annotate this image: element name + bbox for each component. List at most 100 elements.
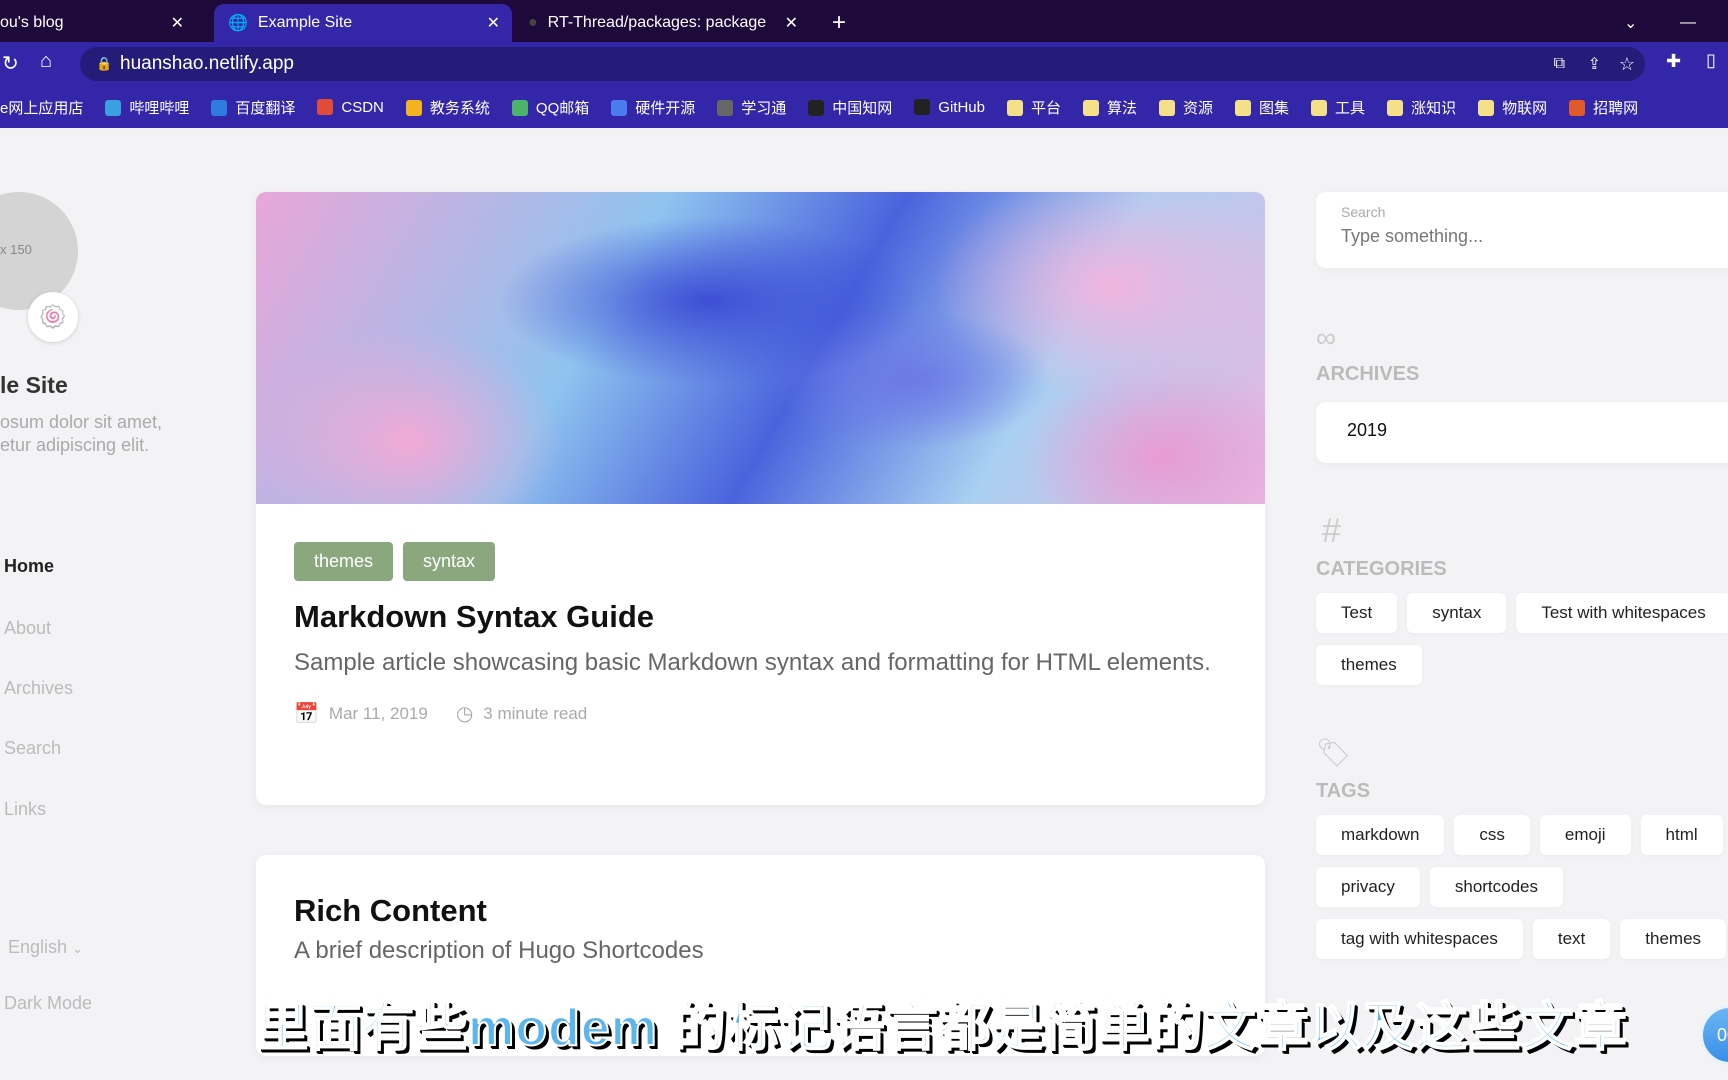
categories-heading: CATEGORIES (1316, 558, 1447, 580)
new-tab-button[interactable]: + (818, 4, 860, 42)
category-chip[interactable]: syntax (1407, 593, 1507, 633)
tag-pill[interactable]: tag with whitespaces (1316, 919, 1523, 959)
tag-pill[interactable]: css (1454, 815, 1530, 855)
bookmark-item[interactable]: 学习通 (717, 97, 786, 118)
category-chip[interactable]: Test (1316, 593, 1398, 633)
reload-icon[interactable]: ↻ (2, 51, 19, 76)
tag-pill[interactable]: themes (1620, 919, 1727, 959)
tag-pill[interactable]: privacy (1316, 867, 1420, 907)
extensions-icon[interactable]: ✚ (1666, 51, 1681, 72)
bookmark-icon (1478, 99, 1495, 116)
site-title: le Site (0, 372, 68, 398)
tab-rt-thread[interactable]: ● RT-Thread/packages: package ✕ (514, 4, 810, 42)
site-description: osum dolor sit amet, (0, 412, 163, 432)
post-description: A brief description of Hugo Shortcodes (294, 937, 704, 964)
tag-pill[interactable]: markdown (1316, 815, 1445, 855)
url-input[interactable]: 🔒 huanshao.netlify.app ⧉ ⇪ ☆ (80, 47, 1645, 81)
bookmark-item[interactable]: 图集 (1235, 97, 1289, 118)
bookmark-icon (1235, 99, 1252, 116)
bookmark-item[interactable]: 涨知识 (1387, 97, 1456, 118)
post-title[interactable]: Rich Content (294, 893, 1227, 929)
close-tab-icon[interactable]: ✕ (487, 13, 500, 33)
post-title[interactable]: Markdown Syntax Guide (294, 599, 1227, 635)
nav-about[interactable]: About (4, 618, 51, 639)
bookmark-icon (405, 99, 422, 116)
bookmark-item[interactable]: 哔哩哔哩 (105, 97, 189, 118)
bookmark-item[interactable]: GitHub (914, 98, 985, 116)
post-date: Mar 11, 2019 (328, 703, 428, 723)
translate-icon[interactable]: ⧉ (1554, 55, 1565, 73)
tags-list: markdown css emoji html privacy shortcodes tag… (1316, 815, 1728, 971)
bookmark-icon (1159, 99, 1176, 116)
bookmark-item[interactable]: 资源 (1159, 97, 1213, 118)
tab-blog[interactable]: ou's blog ✕ (0, 4, 196, 42)
bookmark-item[interactable]: 工具 (1311, 97, 1365, 118)
bookmark-item[interactable]: CSDN (317, 98, 384, 116)
post-card[interactable]: themes syntax Markdown Syntax Guide Sampl… (256, 192, 1265, 805)
bookmark-item[interactable]: e网上应用店 (0, 97, 83, 118)
infinity-icon: ∞ (1316, 322, 1336, 353)
minimize-button[interactable]: — (1666, 4, 1710, 42)
bookmark-item[interactable]: 教务系统 (405, 97, 490, 118)
bookmark-icon (717, 99, 734, 116)
bookmark-icon (211, 99, 228, 116)
nav-archives[interactable]: Archives (4, 678, 73, 699)
bookmark-item[interactable]: 算法 (1083, 97, 1137, 118)
tag-chip[interactable]: syntax (403, 542, 496, 581)
search-input[interactable]: Type something... (1341, 226, 1711, 247)
share-icon[interactable]: ⇪ (1588, 54, 1601, 74)
search-label: Search (1341, 204, 1386, 220)
bookmark-icon (317, 98, 334, 115)
bookmark-item[interactable]: 平台 (1006, 97, 1061, 118)
read-time: 3 minute read (483, 703, 588, 723)
calendar-icon: 📅 (294, 703, 319, 725)
bookmark-item[interactable]: 中国知网 (808, 97, 892, 118)
emoji-badge: 🍥 (28, 292, 78, 342)
sidepanel-icon[interactable]: ▯ (1706, 50, 1716, 71)
nav-search[interactable]: Search (4, 738, 61, 759)
chevron-down-icon: ⌄ (72, 941, 83, 956)
tag-pill[interactable]: text (1532, 919, 1611, 959)
tab-bar: ou's blog ✕ 🌐 Example Site ✕ ● RT-Thread/pac… (0, 0, 1728, 42)
bookmark-item[interactable]: 物联网 (1478, 97, 1547, 118)
bookmark-item[interactable]: QQ邮箱 (511, 97, 589, 118)
bookmark-icon (105, 99, 122, 116)
avatar: x 150 (0, 192, 78, 310)
search-box[interactable]: Search Type something... (1316, 192, 1728, 268)
tab-search-icon[interactable]: ⌄ (1610, 4, 1651, 42)
category-chip[interactable]: Test with whitespaces (1516, 593, 1728, 633)
post-cover-image[interactable] (256, 192, 1265, 504)
tab-example-site[interactable]: 🌐 Example Site ✕ (214, 4, 512, 42)
dark-mode-toggle[interactable]: Dark Mode (4, 993, 92, 1014)
language-select[interactable]: English ⌄ (8, 937, 83, 958)
lock-icon: 🔒 (96, 56, 113, 71)
hash-icon: # (1322, 512, 1341, 550)
bookmark-icon (1083, 99, 1099, 116)
home-icon[interactable]: ⌂ (40, 50, 52, 73)
nav-links[interactable]: Links (4, 799, 46, 820)
close-tab-icon[interactable]: ✕ (785, 13, 798, 33)
star-icon[interactable]: ☆ (1619, 54, 1635, 75)
bookmark-icon (1006, 99, 1023, 116)
video-subtitle: 里面有些modem 的标记语言都是简单的文章以及这些文章 (255, 998, 1628, 1058)
categories-list: Test syntax Test with whitespaces themes (1316, 593, 1728, 697)
bookmark-icon (611, 99, 628, 116)
timer-badge[interactable]: 00: (1700, 1005, 1728, 1065)
bookmark-item[interactable]: 百度翻译 (211, 97, 295, 118)
nav-home[interactable]: Home (4, 556, 54, 577)
site-description-2: etur adipiscing elit. (0, 435, 150, 455)
clock-icon: ◷ (455, 703, 474, 725)
close-tab-icon[interactable]: ✕ (171, 13, 184, 33)
category-chip[interactable]: themes (1316, 645, 1422, 685)
archives-heading: ARCHIVES (1316, 363, 1420, 385)
tag-pill[interactable]: html (1640, 815, 1723, 855)
bookmark-item[interactable]: 硬件开源 (611, 97, 695, 118)
bookmark-icon (1311, 99, 1328, 116)
tag-pill[interactable]: emoji (1539, 815, 1631, 855)
tags-heading: TAGS (1316, 780, 1371, 802)
archive-year[interactable]: 2019 (1316, 402, 1728, 463)
globe-icon: 🌐 (228, 15, 248, 32)
bookmark-item[interactable]: 招聘网 (1569, 97, 1638, 118)
tag-pill[interactable]: shortcodes (1429, 867, 1564, 907)
tag-chip[interactable]: themes (294, 542, 394, 581)
